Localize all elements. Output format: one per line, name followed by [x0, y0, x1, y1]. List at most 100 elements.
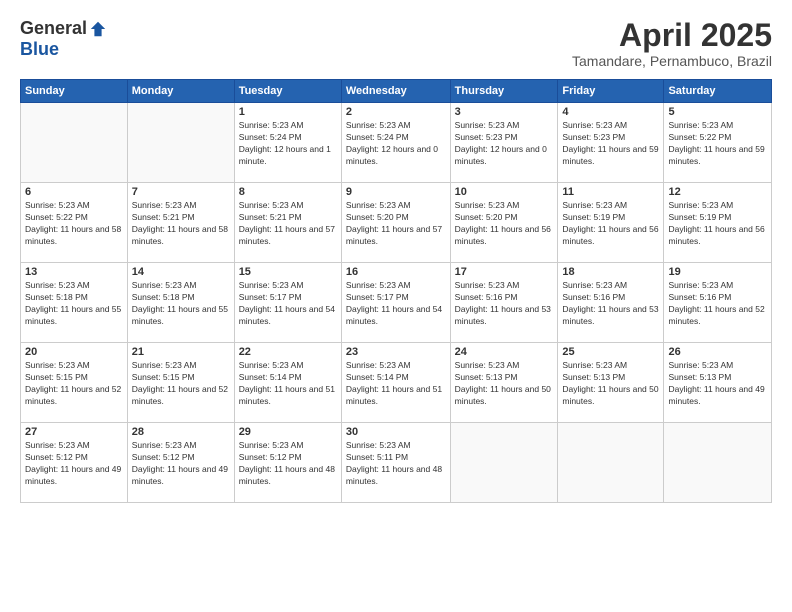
table-row: 13Sunrise: 5:23 AMSunset: 5:18 PMDayligh…	[21, 263, 128, 343]
table-row: 11Sunrise: 5:23 AMSunset: 5:19 PMDayligh…	[558, 183, 664, 263]
day-number: 30	[346, 426, 446, 438]
day-number: 11	[562, 186, 659, 198]
calendar-week-row: 13Sunrise: 5:23 AMSunset: 5:18 PMDayligh…	[21, 263, 772, 343]
day-number: 29	[239, 426, 337, 438]
day-info: Sunrise: 5:23 AMSunset: 5:19 PMDaylight:…	[668, 200, 767, 248]
table-row: 15 Sunrise: 5:23 AMSunset: 5:17 PMDayligh…	[234, 263, 341, 343]
header-tuesday: Tuesday	[234, 80, 341, 103]
table-row: 2Sunrise: 5:23 AMSunset: 5:24 PMDaylight…	[341, 103, 450, 183]
day-info: Sunrise: 5:23 AMSunset: 5:15 PMDaylight:…	[132, 360, 230, 408]
table-row	[21, 103, 128, 183]
table-row: 27 Sunrise: 5:23 AMSunset: 5:12 PMDayligh…	[21, 423, 128, 503]
day-info: Sunrise: 5:23 AMSunset: 5:12 PMDaylight:…	[132, 440, 230, 488]
calendar-week-row: 27 Sunrise: 5:23 AMSunset: 5:12 PMDayligh…	[21, 423, 772, 503]
calendar-week-row: 1 Sunrise: 5:23 AMSunset: 5:24 PMDaylight…	[21, 103, 772, 183]
day-number: 17	[455, 266, 554, 278]
day-number: 14	[132, 266, 230, 278]
table-row: 6 Sunrise: 5:23 AMSunset: 5:22 PMDaylight…	[21, 183, 128, 263]
day-number: 12	[668, 186, 767, 198]
day-info: Sunrise: 5:23 AMSunset: 5:13 PMDaylight:…	[668, 360, 767, 408]
day-info: Sunrise: 5:23 AMSunset: 5:24 PMDaylight:…	[346, 120, 446, 168]
header-friday: Friday	[558, 80, 664, 103]
table-row: 29 Sunrise: 5:23 AMSunset: 5:12 PMDayligh…	[234, 423, 341, 503]
day-number: 20	[25, 346, 123, 358]
calendar-week-row: 6 Sunrise: 5:23 AMSunset: 5:22 PMDaylight…	[21, 183, 772, 263]
day-info: Sunrise: 5:23 AMSunset: 5:20 PMDaylight:…	[346, 200, 446, 248]
day-number: 3	[455, 106, 554, 118]
day-number: 1	[239, 106, 337, 118]
day-info: Sunrise: 5:23 AMSunset: 5:23 PMDaylight:…	[455, 120, 554, 168]
day-info: Sunrise: 5:23 AMSunset: 5:18 PMDaylight:…	[132, 280, 230, 328]
table-row: 24 Sunrise: 5:23 AMSunset: 5:13 PMDayligh…	[450, 343, 558, 423]
logo-general-text: General	[20, 18, 87, 39]
day-info: Sunrise: 5:23 AMSunset: 5:14 PMDaylight:…	[346, 360, 446, 408]
day-info: Sunrise: 5:23 AMSunset: 5:21 PMDaylight:…	[239, 200, 337, 248]
table-row: 5Sunrise: 5:23 AMSunset: 5:22 PMDaylight…	[664, 103, 772, 183]
day-number: 27	[25, 426, 123, 438]
table-row: 28Sunrise: 5:23 AMSunset: 5:12 PMDayligh…	[127, 423, 234, 503]
table-row: 17 Sunrise: 5:23 AMSunset: 5:16 PMDayligh…	[450, 263, 558, 343]
day-info: Sunrise: 5:23 AMSunset: 5:13 PMDaylight:…	[455, 360, 554, 408]
logo-icon	[89, 20, 107, 38]
day-number: 5	[668, 106, 767, 118]
day-info: Sunrise: 5:23 AMSunset: 5:12 PMDaylight:…	[25, 440, 123, 488]
table-row: 23 Sunrise: 5:23 AMSunset: 5:14 PMDayligh…	[341, 343, 450, 423]
calendar-week-row: 20 Sunrise: 5:23 AMSunset: 5:15 PMDayligh…	[21, 343, 772, 423]
day-info: Sunrise: 5:23 AMSunset: 5:13 PMDaylight:…	[562, 360, 659, 408]
day-info: Sunrise: 5:23 AMSunset: 5:24 PMDaylight:…	[239, 120, 337, 168]
day-info: Sunrise: 5:23 AMSunset: 5:16 PMDaylight:…	[455, 280, 554, 328]
day-number: 26	[668, 346, 767, 358]
day-number: 22	[239, 346, 337, 358]
header-thursday: Thursday	[450, 80, 558, 103]
day-info: Sunrise: 5:23 AMSunset: 5:20 PMDaylight:…	[455, 200, 554, 248]
day-number: 15	[239, 266, 337, 278]
day-number: 24	[455, 346, 554, 358]
table-row: 14 Sunrise: 5:23 AMSunset: 5:18 PMDayligh…	[127, 263, 234, 343]
day-number: 4	[562, 106, 659, 118]
table-row	[450, 423, 558, 503]
month-title: April 2025	[572, 18, 772, 53]
table-row: 21 Sunrise: 5:23 AMSunset: 5:15 PMDayligh…	[127, 343, 234, 423]
day-info: Sunrise: 5:23 AMSunset: 5:16 PMDaylight:…	[562, 280, 659, 328]
day-number: 8	[239, 186, 337, 198]
table-row: 12 Sunrise: 5:23 AMSunset: 5:19 PMDayligh…	[664, 183, 772, 263]
table-row	[664, 423, 772, 503]
day-info: Sunrise: 5:23 AMSunset: 5:14 PMDaylight:…	[239, 360, 337, 408]
day-info: Sunrise: 5:23 AMSunset: 5:17 PMDaylight:…	[239, 280, 337, 328]
header-wednesday: Wednesday	[341, 80, 450, 103]
table-row: 16Sunrise: 5:23 AMSunset: 5:17 PMDayligh…	[341, 263, 450, 343]
table-row: 22 Sunrise: 5:23 AMSunset: 5:14 PMDayligh…	[234, 343, 341, 423]
table-row: 3 Sunrise: 5:23 AMSunset: 5:23 PMDaylight…	[450, 103, 558, 183]
day-info: Sunrise: 5:23 AMSunset: 5:18 PMDaylight:…	[25, 280, 123, 328]
day-number: 23	[346, 346, 446, 358]
table-row: 8 Sunrise: 5:23 AMSunset: 5:21 PMDaylight…	[234, 183, 341, 263]
page: General Blue April 2025 Tamandare, Perna…	[0, 0, 792, 612]
day-info: Sunrise: 5:23 AMSunset: 5:12 PMDaylight:…	[239, 440, 337, 488]
day-info: Sunrise: 5:23 AMSunset: 5:15 PMDaylight:…	[25, 360, 123, 408]
logo-blue-text: Blue	[20, 39, 59, 60]
day-number: 16	[346, 266, 446, 278]
day-number: 21	[132, 346, 230, 358]
table-row: 20 Sunrise: 5:23 AMSunset: 5:15 PMDayligh…	[21, 343, 128, 423]
header-monday: Monday	[127, 80, 234, 103]
table-row	[127, 103, 234, 183]
day-info: Sunrise: 5:23 AMSunset: 5:16 PMDaylight:…	[668, 280, 767, 328]
header-saturday: Saturday	[664, 80, 772, 103]
day-info: Sunrise: 5:23 AMSunset: 5:22 PMDaylight:…	[25, 200, 123, 248]
table-row: 19 Sunrise: 5:23 AMSunset: 5:16 PMDayligh…	[664, 263, 772, 343]
day-number: 7	[132, 186, 230, 198]
day-info: Sunrise: 5:23 AMSunset: 5:21 PMDaylight:…	[132, 200, 230, 248]
day-number: 10	[455, 186, 554, 198]
day-info: Sunrise: 5:23 AMSunset: 5:11 PMDaylight:…	[346, 440, 446, 488]
table-row	[558, 423, 664, 503]
day-number: 25	[562, 346, 659, 358]
logo: General Blue	[20, 18, 107, 60]
day-number: 6	[25, 186, 123, 198]
table-row: 10 Sunrise: 5:23 AMSunset: 5:20 PMDayligh…	[450, 183, 558, 263]
day-number: 9	[346, 186, 446, 198]
location-subtitle: Tamandare, Pernambuco, Brazil	[572, 53, 772, 69]
title-section: April 2025 Tamandare, Pernambuco, Brazil	[572, 18, 772, 69]
day-number: 19	[668, 266, 767, 278]
calendar-table: Sunday Monday Tuesday Wednesday Thursday…	[20, 79, 772, 503]
table-row: 30 Sunrise: 5:23 AMSunset: 5:11 PMDayligh…	[341, 423, 450, 503]
